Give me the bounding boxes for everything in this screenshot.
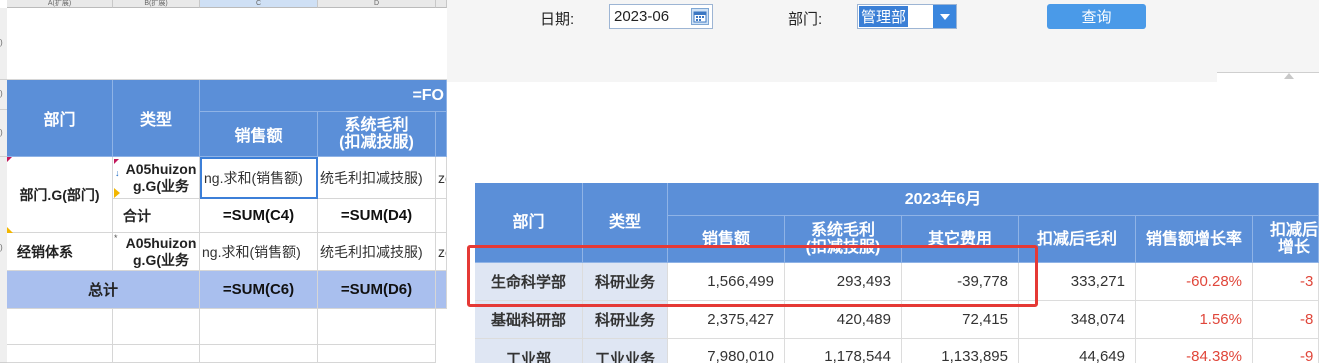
row-header-2-label: ) [0, 89, 3, 98]
row-header-3-label: ) [0, 128, 3, 137]
empty-cell[interactable] [318, 345, 436, 363]
header-sales-cell[interactable]: 销售额 [200, 112, 318, 157]
distribution-type-cell[interactable]: A05huizong.G(业务 [113, 233, 200, 271]
grand-total-extra-cell[interactable] [436, 271, 447, 309]
column-header-c[interactable]: C [200, 0, 318, 8]
report-designer-sheet[interactable]: A(扩展) B(扩展) C D ) ) ) ) 部门 类型 =FO 销售额 系统… [0, 0, 447, 363]
sales-sum-expression-cell[interactable]: ng.求和(销售额) [200, 157, 318, 199]
blank-row[interactable] [7, 8, 447, 80]
date-picker-field[interactable]: 2023-06 [609, 4, 713, 29]
row3-sales-growth: -84.38% [1136, 339, 1253, 363]
column-header-a[interactable]: A(扩展) [7, 0, 113, 8]
period-label: 2023年6月 [904, 190, 982, 208]
collapse-up-icon[interactable] [1284, 73, 1294, 79]
grand-total-label-cell[interactable]: 总计 [7, 271, 200, 309]
distribution-extra-cell[interactable]: zc [436, 233, 447, 271]
table-header-sales-growth: 销售额增长率 [1136, 216, 1253, 263]
distribution-sales-expression-cell[interactable]: ng.求和(销售额) [200, 233, 318, 271]
collapse-handle[interactable] [1217, 72, 1319, 82]
extra-expression-cell[interactable]: zc [436, 157, 447, 199]
empty-cell[interactable] [318, 309, 436, 345]
empty-cell[interactable] [7, 309, 113, 345]
empty-cell[interactable] [113, 309, 200, 345]
row-header-2[interactable]: ) [0, 80, 7, 110]
column-header-d[interactable]: D [318, 0, 436, 8]
subtotal-extra-cell[interactable] [436, 199, 447, 233]
cell-marker [114, 188, 120, 198]
type-group-cell[interactable]: A05huizong.G(业务 [113, 157, 200, 199]
row3-net-profit: 44,649 [1019, 339, 1136, 363]
header-dept-cell[interactable]: 部门 [7, 80, 113, 157]
header-type-cell[interactable]: 类型 [113, 80, 200, 157]
row-header-3[interactable]: ) [0, 110, 7, 157]
grand-total-profit-formula-cell[interactable]: =SUM(D6) [318, 271, 436, 309]
dropdown-arrow-icon[interactable] [933, 5, 956, 28]
subtotal-profit-formula-cell[interactable]: =SUM(D4) [318, 199, 436, 233]
header-extra-cell[interactable] [436, 112, 447, 157]
subtotal-label-cell[interactable]: 合计 [113, 199, 200, 233]
row3-net-growth: -9 [1253, 339, 1319, 363]
empty-cell[interactable] [200, 345, 318, 363]
header-gross-profit-cell[interactable]: 系统毛利 (扣减技服) [318, 112, 436, 157]
empty-cell[interactable] [113, 345, 200, 363]
expand-marker-icon: * [114, 233, 118, 243]
subtotal-sales-formula-cell[interactable]: =SUM(C4) [200, 199, 318, 233]
row3-dept: 工业部 [475, 339, 583, 363]
row3-sales: 7,980,010 [668, 339, 785, 363]
empty-cell[interactable] [7, 345, 113, 363]
header-formula-cell[interactable]: =FO [200, 80, 447, 112]
cell-marker [114, 159, 119, 164]
row-header-rest[interactable]: ) [0, 157, 7, 363]
highlight-box [467, 245, 1038, 307]
gross-profit-expression-cell[interactable]: 统毛利扣减技服) [318, 157, 436, 199]
empty-cell[interactable] [200, 309, 318, 345]
table-header-period: 2023年6月 [668, 183, 1319, 216]
query-button[interactable]: 查询 [1047, 4, 1146, 29]
dept-select[interactable]: 管理部 [857, 4, 957, 29]
dept-label: 部门: [788, 11, 823, 28]
expand-down-icon: ↓ [115, 168, 120, 178]
report-preview-pane: 日期: 2023-06 部门: 管理部 查询 部门 类型 2023年6月 销售额… [447, 0, 1319, 363]
dept-select-value: 管理部 [859, 6, 909, 27]
dept-group-label: 部门.G(部门) [19, 186, 100, 203]
row-header-1-label: ) [0, 38, 3, 47]
column-header-e[interactable] [436, 0, 447, 8]
row1-sales-growth: -60.28% [1136, 263, 1253, 301]
calendar-icon[interactable] [691, 8, 709, 25]
distribution-dept-cell[interactable]: 经销体系 [7, 233, 113, 271]
row2-net-growth: -8 [1253, 301, 1319, 339]
date-value: 2023-06 [614, 8, 670, 25]
row2-sales-growth: 1.56% [1136, 301, 1253, 339]
table-header-net-growth: 扣减后 增长 [1253, 216, 1319, 263]
row3-gross-profit: 1,178,544 [785, 339, 902, 363]
row3-other-cost: 1,133,895 [902, 339, 1019, 363]
distribution-type-label: A05huizong.G(业务 [125, 234, 197, 268]
cell-marker [7, 157, 12, 162]
parameter-toolbar: 日期: 2023-06 部门: 管理部 查询 [447, 0, 1319, 82]
row3-type: 工业业务 [583, 339, 668, 363]
type-group-label: A05huizong.G(业务 [125, 160, 197, 194]
row-header-4-label: ) [0, 243, 3, 252]
dept-group-cell[interactable]: 部门.G(部门) [7, 157, 113, 233]
date-label: 日期: [540, 11, 575, 28]
grand-total-sales-formula-cell[interactable]: =SUM(C6) [200, 271, 318, 309]
row-header-1[interactable]: ) [0, 8, 7, 80]
row2-net-profit: 348,074 [1019, 301, 1136, 339]
distribution-profit-expression-cell[interactable]: 统毛利扣减技服) [318, 233, 436, 271]
column-header-b[interactable]: B(扩展) [113, 0, 200, 8]
row1-net-growth: -3 [1253, 263, 1319, 301]
